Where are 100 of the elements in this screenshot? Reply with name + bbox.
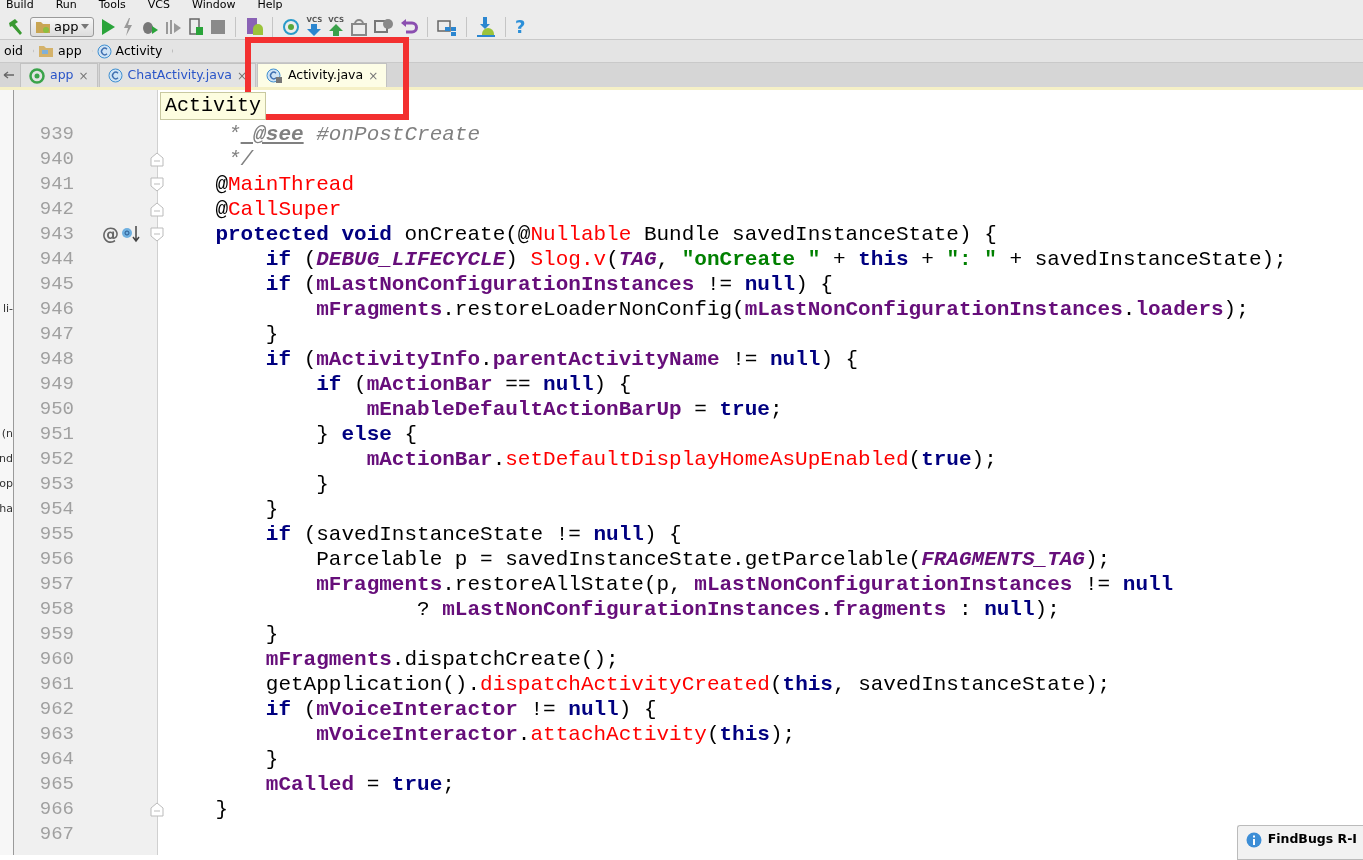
menu-item[interactable]: Build (6, 0, 34, 9)
code-line: * @see #onPostCreate (227, 122, 482, 147)
line-number: 948 (38, 347, 74, 373)
code-line: } (214, 797, 229, 822)
code-line: } else { (315, 422, 419, 447)
code-line: } (315, 472, 330, 497)
folder-icon (38, 44, 55, 58)
run-config-dropdown[interactable]: app (30, 16, 95, 37)
code-line: mFragments.restoreLoaderNonConfig(mLastNonConfigurationInstances.loaders); (315, 297, 1250, 322)
line-number: 953 (38, 472, 74, 498)
code-line: protected void onCreate(@Nullable Bundle savedInstanceState) { (214, 222, 998, 247)
line-number: 966 (38, 797, 74, 823)
module-icon (29, 67, 45, 84)
avd-manager-icon[interactable] (245, 16, 264, 37)
code-line: */ (227, 147, 255, 172)
line-number: 959 (38, 622, 74, 648)
sdk-download-icon[interactable] (475, 16, 496, 37)
code-line: mVoiceInteractor.attachActivity(this); (315, 722, 797, 747)
project-tree-text: n) (1, 426, 13, 443)
line-number: 967 (38, 822, 74, 848)
attach-debugger-icon[interactable] (164, 17, 183, 36)
line-number: 954 (38, 497, 74, 523)
close-tab-button[interactable]: × (78, 66, 89, 85)
editor-tab[interactable]: ChatActivity.java × (98, 63, 256, 87)
editor-tab[interactable]: Activity.java × (257, 63, 388, 87)
code-line: @CallSuper (214, 197, 343, 222)
project-tree-text: op (0, 476, 13, 493)
menu-item[interactable]: Window (192, 0, 236, 9)
close-tab-button[interactable]: × (368, 66, 379, 85)
code-line: mFragments.dispatchCreate(); (264, 647, 620, 672)
class-icon (96, 43, 112, 59)
code-line: ? mLastNonConfigurationInstances.fragments : null); (416, 597, 1061, 622)
line-number: 939 (38, 122, 74, 148)
code-line: mFragments.restoreAllState(p, mLastNonConfigurationInstances != null (315, 572, 1175, 597)
line-number: 952 (38, 447, 74, 473)
editor-tab[interactable]: app × (20, 63, 98, 87)
line-number: 941 (38, 172, 74, 198)
code-line: if (mVoiceInteractor != null) { (264, 697, 658, 722)
code-line: getApplication().dispatchActivityCreated(this, savedInstanceState); (264, 672, 1112, 697)
code-line: mCalled = true; (264, 772, 456, 797)
code-line: } (264, 622, 280, 647)
menu-item[interactable]: Tools (98, 0, 126, 9)
line-number: 951 (38, 422, 74, 448)
sync-icon[interactable] (282, 17, 301, 36)
line-number: 947 (38, 322, 74, 348)
stop-icon[interactable] (210, 18, 227, 35)
fold-marker-icon[interactable] (150, 152, 164, 167)
code-line: Parcelable p = savedInstanceState.getParcelable(FRAGMENTS_TAG); (315, 547, 1112, 572)
code-line: if (mActivityInfo.parentActivityName != null) { (264, 347, 860, 372)
info-icon (1245, 831, 1262, 848)
hammer-icon[interactable] (6, 17, 24, 36)
line-number: 964 (38, 747, 74, 773)
notification-balloon[interactable]: FindBugs R-I (1236, 825, 1363, 860)
undo-icon[interactable] (399, 17, 418, 36)
lightning-icon[interactable] (122, 17, 135, 36)
down-arrow-icon (307, 24, 322, 36)
code-line: } (264, 322, 280, 347)
menu-item[interactable]: VCS (147, 0, 171, 9)
line-number: 944 (38, 247, 74, 273)
class-icon (107, 68, 123, 83)
code-line: } (264, 497, 280, 522)
line-number: 940 (38, 147, 74, 173)
line-number: 965 (38, 772, 74, 798)
tooltip: Activity (160, 92, 266, 120)
code-line: mActionBar.setDefaultDisplayHomeAsUpEnabled(true); (365, 447, 998, 472)
code-line: mEnableDefaultActionBarUp = true; (365, 397, 784, 422)
annotation-marker: @ (102, 225, 119, 243)
line-number: 949 (38, 372, 74, 398)
line-number: 943 (38, 222, 74, 248)
breadcrumb-item[interactable]: app (34, 39, 93, 63)
run-icon[interactable] (100, 17, 117, 36)
breadcrumb-item[interactable]: oid (0, 39, 35, 63)
code-line: if (DEBUG_LIFECYCLE) Slog.v(TAG, "onCreate " + this + ": " + savedInstanceState); (264, 247, 1288, 272)
override-arrow-icon (121, 225, 141, 243)
project-tree-text: -li (2, 301, 13, 318)
menu-item[interactable]: Run (55, 0, 77, 9)
device-icon[interactable] (188, 17, 205, 36)
caret-icon (81, 23, 90, 30)
fold-marker-icon[interactable] (150, 227, 164, 242)
project-tree-text: ha (0, 501, 13, 518)
line-number: 945 (38, 272, 74, 298)
close-tab-button[interactable]: × (236, 66, 247, 85)
line-number: 960 (38, 647, 74, 673)
line-number: 958 (38, 597, 74, 623)
code-line: if (mActionBar == null) { (315, 372, 633, 397)
line-number: 946 (38, 297, 74, 323)
locked-class-icon (266, 67, 283, 84)
breadcrumb-item[interactable]: Activity (92, 39, 174, 63)
line-number: 957 (38, 572, 74, 598)
up-arrow-icon (329, 24, 344, 36)
project-structure-icon[interactable] (436, 17, 457, 36)
fold-marker-icon[interactable] (150, 177, 164, 192)
code-line: if (savedInstanceState != null) { (264, 522, 683, 547)
menu-item[interactable]: Help (257, 0, 283, 9)
fold-marker-icon[interactable] (150, 802, 164, 817)
fold-marker-icon[interactable] (150, 202, 164, 217)
line-number: 950 (38, 397, 74, 423)
notification-title: FindBugs R-I (1267, 830, 1357, 849)
line-number: 956 (38, 547, 74, 573)
line-number: 962 (38, 697, 74, 723)
